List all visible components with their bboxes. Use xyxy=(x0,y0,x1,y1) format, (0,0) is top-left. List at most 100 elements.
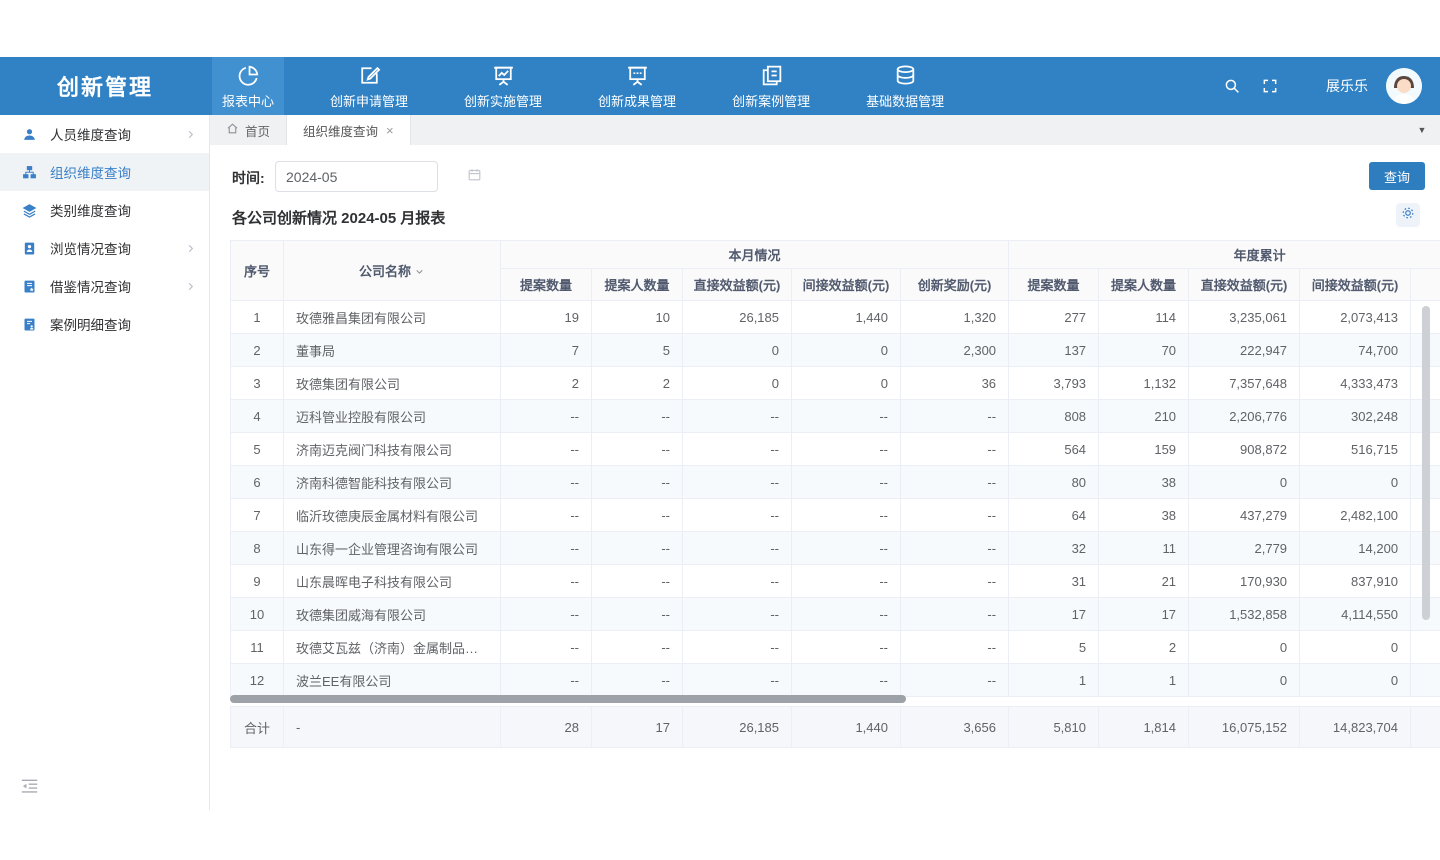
sidebar-item-org-dimension[interactable]: 组织维度查询 xyxy=(0,153,209,191)
total-year-value: 5,810 xyxy=(1009,707,1099,748)
col-header: 创新奖励(元) xyxy=(901,269,1009,301)
cell-year-value: 808 xyxy=(1009,400,1099,433)
cell-year-value: 2,073,413 xyxy=(1300,301,1411,334)
table-row[interactable]: 12 波兰EE有限公司----------1100 xyxy=(231,664,1440,697)
total-month-value: 26,185 xyxy=(683,707,792,748)
cell-month-value: -- xyxy=(592,433,683,466)
query-button[interactable]: 查询 xyxy=(1369,162,1425,190)
col-header: 间接效益额(元) xyxy=(792,269,901,301)
chevron-right-icon xyxy=(185,128,197,140)
date-value-field[interactable] xyxy=(286,169,467,185)
tab-home[interactable]: 首页 xyxy=(210,115,287,145)
cell-company: 迈科管业控股有限公司 xyxy=(284,400,501,433)
cell-month-value: 0 xyxy=(792,367,901,400)
settings-button[interactable] xyxy=(1396,203,1420,227)
app-root: 创新管理 报表中心 创新申请管理 xyxy=(0,0,1440,860)
sidebar-item-case-detail[interactable]: 案例明细查询 xyxy=(0,305,209,343)
time-filter-label: 时间: xyxy=(232,168,265,188)
vertical-scrollbar[interactable] xyxy=(1422,306,1430,620)
cell-month-value: 0 xyxy=(792,334,901,367)
cell-year-value: 5 xyxy=(1009,631,1099,664)
fullscreen-icon[interactable] xyxy=(1260,76,1280,96)
table-row[interactable]: 7 临沂玫德庚辰金属材料有限公司----------6438437,2792,4… xyxy=(231,499,1440,532)
tab-options-dropdown-icon[interactable]: ▼ xyxy=(1410,115,1434,145)
doc-user-icon xyxy=(22,316,38,332)
table-row[interactable]: 5 济南迈克阀门科技有限公司----------564159908,872516… xyxy=(231,433,1440,466)
gear-icon xyxy=(1400,205,1416,226)
nav-item-innovation-result[interactable]: 创新成果管理 xyxy=(588,57,686,115)
cell-year-value: 38 xyxy=(1099,499,1189,532)
cell-year-value: 74,700 xyxy=(1300,334,1411,367)
nav-item-report-center[interactable]: 报表中心 xyxy=(212,57,284,115)
table-row[interactable]: 9 山东晨晖电子科技有限公司----------3121170,930837,9… xyxy=(231,565,1440,598)
cell-month-value: 5 xyxy=(592,334,683,367)
cell-month-value: 0 xyxy=(683,334,792,367)
cell-year-value: 2,779 xyxy=(1189,532,1300,565)
horizontal-scrollbar[interactable] xyxy=(230,695,906,703)
cell-month-value: -- xyxy=(683,433,792,466)
cell-month-value: -- xyxy=(792,499,901,532)
cell-month-value: -- xyxy=(683,598,792,631)
table-row[interactable]: 3 玫德集团有限公司2200363,7931,1327,357,6484,333… xyxy=(231,367,1440,400)
cell-company: 临沂玫德庚辰金属材料有限公司 xyxy=(284,499,501,532)
cell-company: 山东晨晖电子科技有限公司 xyxy=(284,565,501,598)
chart-board-icon xyxy=(491,62,516,88)
user-name[interactable]: 展乐乐 xyxy=(1326,76,1368,96)
nav-label: 基础数据管理 xyxy=(866,91,944,110)
cell-year-value: 170,930 xyxy=(1189,565,1300,598)
table-row[interactable]: 11 玫德艾瓦兹（济南）金属制品有...----------5200 xyxy=(231,631,1440,664)
avatar[interactable] xyxy=(1386,68,1422,104)
cell-year-value: 70 xyxy=(1099,334,1189,367)
table-row[interactable]: 2 董事局75002,30013770222,94774,700 xyxy=(231,334,1440,367)
col-header-index: 序号 xyxy=(231,241,284,301)
tab-label: 组织维度查询 xyxy=(303,121,378,140)
sidebar-item-category-dimension[interactable]: 类别维度查询 xyxy=(0,191,209,229)
cell-year-value: 277 xyxy=(1009,301,1099,334)
table-row[interactable]: 10 玫德集团威海有限公司----------17171,532,8584,11… xyxy=(231,598,1440,631)
cell-year-value: 2,482,100 xyxy=(1300,499,1411,532)
search-icon[interactable] xyxy=(1222,76,1242,96)
group-header-year: 年度累计 xyxy=(1009,241,1440,269)
table-row[interactable]: 8 山东得一企业管理咨询有限公司----------32112,77914,20… xyxy=(231,532,1440,565)
tab-org-dimension[interactable]: 组织维度查询 × xyxy=(287,115,411,145)
cell-year-value: 4,333,473 xyxy=(1300,367,1411,400)
cell-month-value: -- xyxy=(792,466,901,499)
nav-item-innovation-case[interactable]: 创新案例管理 xyxy=(722,57,820,115)
cell-company: 波兰EE有限公司 xyxy=(284,664,501,697)
cell-year-value: 302,248 xyxy=(1300,400,1411,433)
cell-company: 济南科德智能科技有限公司 xyxy=(284,466,501,499)
tab-bar: 首页 组织维度查询 × ▼ xyxy=(210,115,1440,145)
date-picker-input[interactable] xyxy=(275,161,438,192)
cell-month-value: -- xyxy=(901,433,1009,466)
close-icon[interactable]: × xyxy=(386,123,394,138)
cell-year-value: 7,357,648 xyxy=(1189,367,1300,400)
cell-month-value: -- xyxy=(792,631,901,664)
present-board-icon xyxy=(625,62,650,88)
cell-month-value: -- xyxy=(592,499,683,532)
sidebar-item-reference-status[interactable]: 借鉴情况查询 xyxy=(0,267,209,305)
cell-index: 8 xyxy=(231,532,284,565)
table-row[interactable]: 1 玫德雅昌集团有限公司191026,1851,4401,3202771143,… xyxy=(231,301,1440,334)
cell-company: 玫德集团威海有限公司 xyxy=(284,598,501,631)
sidebar-item-browse-status[interactable]: 浏览情况查询 xyxy=(0,229,209,267)
table-row[interactable]: 6 济南科德智能科技有限公司----------803800 xyxy=(231,466,1440,499)
cell-month-value: 36 xyxy=(901,367,1009,400)
total-month-value: 17 xyxy=(592,707,683,748)
main-content: 时间: 查询 各公司创新情况 2024-05 月报表 序号 公司名称 本月情况 … xyxy=(210,145,1440,810)
nav-item-base-data[interactable]: 基础数据管理 xyxy=(856,57,954,115)
col-header-company[interactable]: 公司名称 xyxy=(284,241,501,301)
col-header-clipped xyxy=(1411,269,1440,301)
nav-item-innovation-apply[interactable]: 创新申请管理 xyxy=(320,57,418,115)
cell-year-value: 3,235,061 xyxy=(1189,301,1300,334)
sidebar-item-label: 浏览情况查询 xyxy=(50,238,185,258)
table-row[interactable]: 4 迈科管业控股有限公司----------8082102,206,776302… xyxy=(231,400,1440,433)
cell-year-value: 222,947 xyxy=(1189,334,1300,367)
sidebar-collapse-icon[interactable] xyxy=(20,778,40,796)
cell-month-value: -- xyxy=(901,598,1009,631)
user-icon xyxy=(22,126,38,142)
cell-year-value: 564 xyxy=(1009,433,1099,466)
cell-month-value: -- xyxy=(592,631,683,664)
sidebar-item-label: 组织维度查询 xyxy=(50,162,197,182)
nav-item-innovation-implement[interactable]: 创新实施管理 xyxy=(454,57,552,115)
sidebar-item-person-dimension[interactable]: 人员维度查询 xyxy=(0,115,209,153)
